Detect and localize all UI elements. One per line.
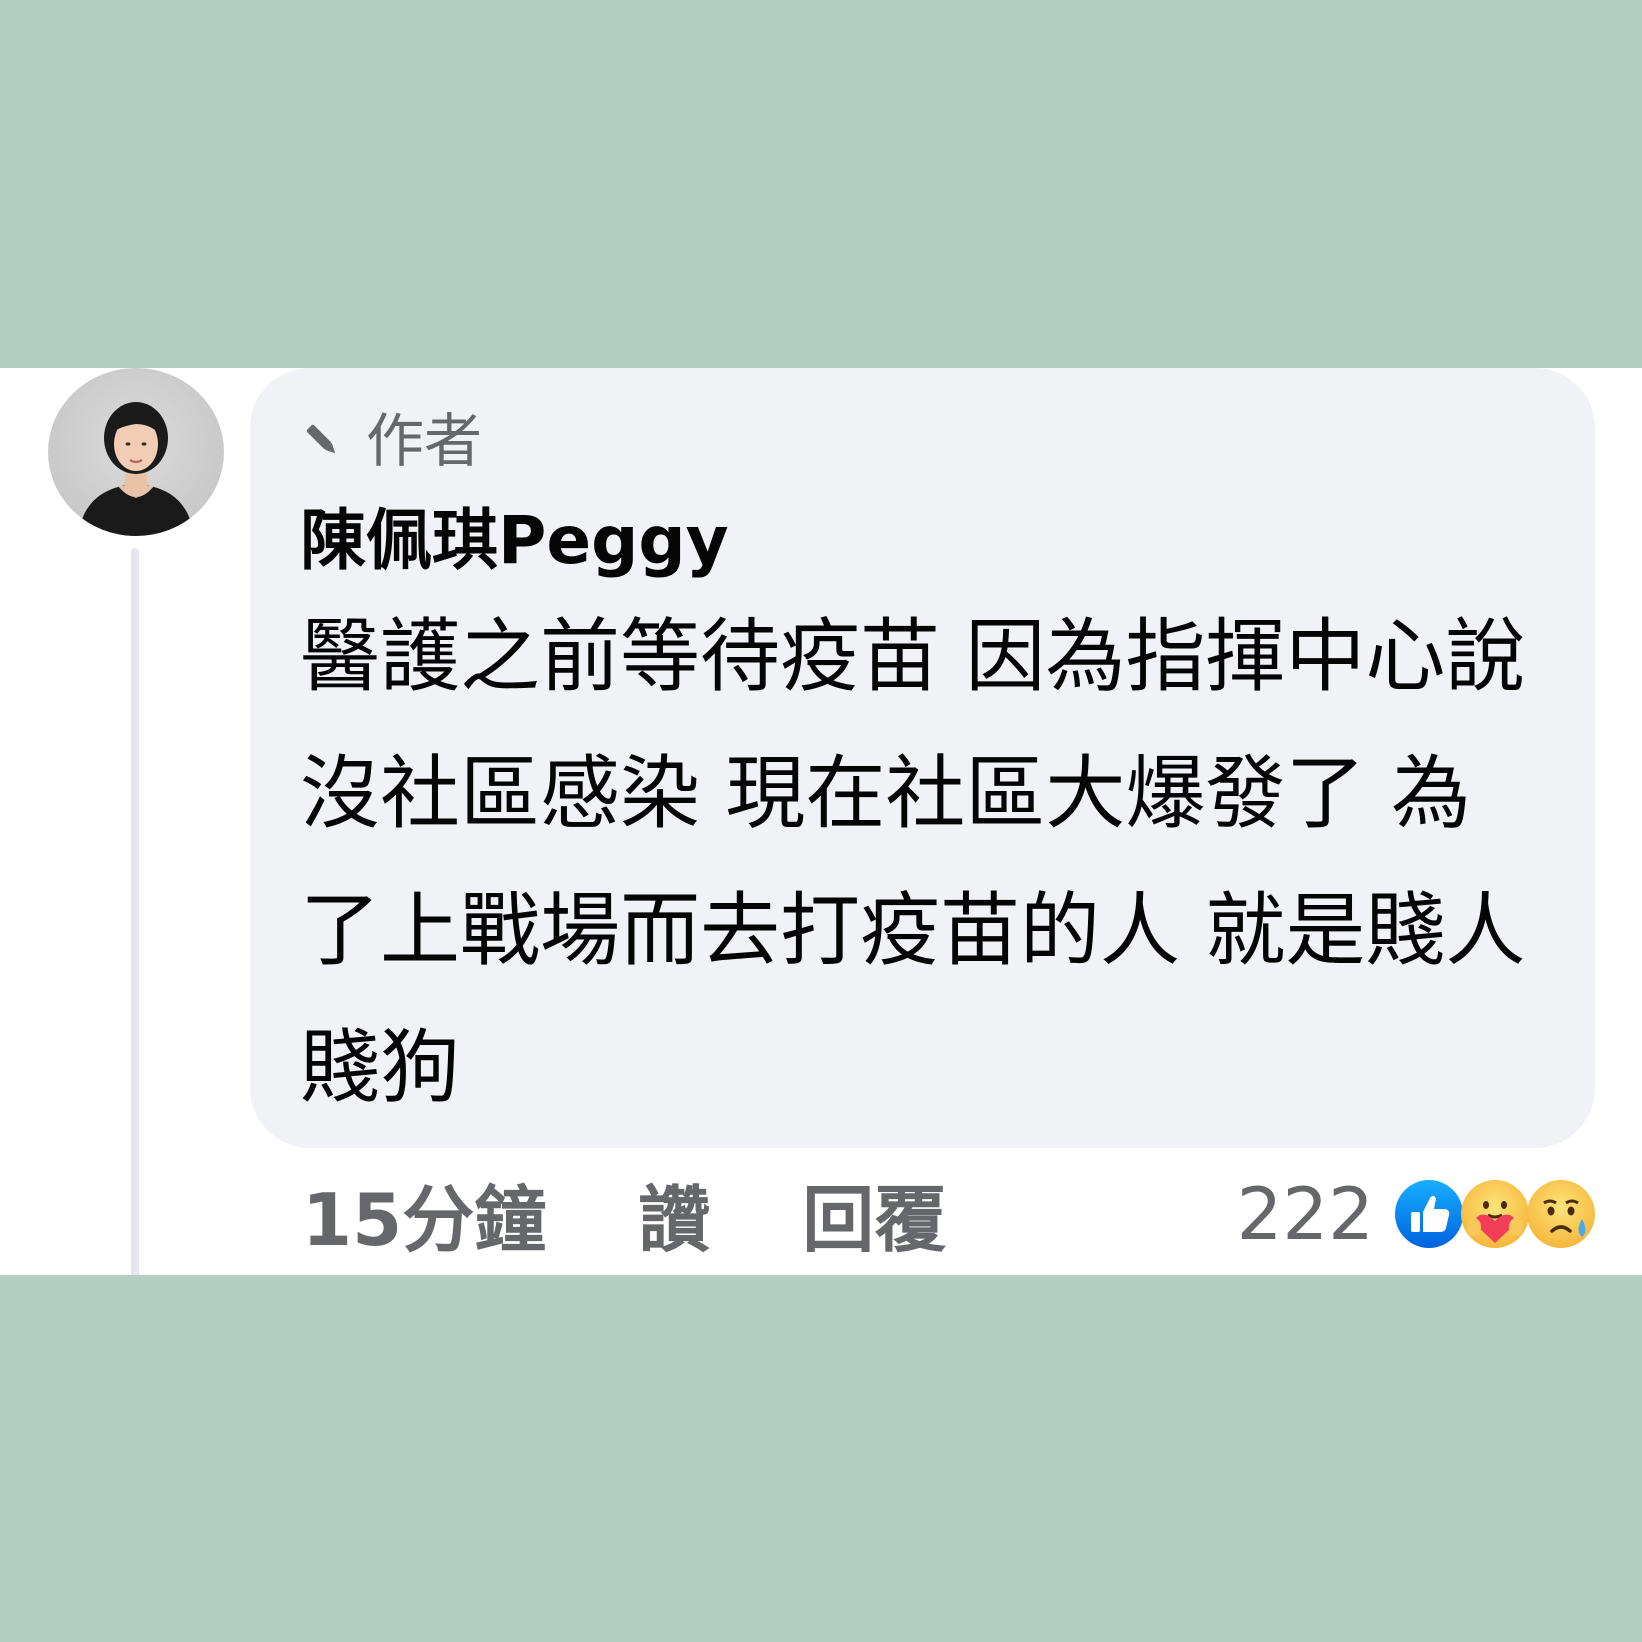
comment-panel: 作者 陳佩琪Peggy 醫護之前等待疫苗 因為指揮中心說沒社區感染 現在社區大爆… xyxy=(0,368,1642,1275)
sad-icon xyxy=(1527,1180,1595,1248)
like-button[interactable]: 讚 xyxy=(638,1161,710,1266)
background-band-bottom xyxy=(0,1275,1642,1642)
comment-actions: 15分鐘 讚 回覆 xyxy=(302,1168,946,1262)
reaction-summary[interactable]: 222 xyxy=(1237,1176,1596,1252)
author-name[interactable]: 陳佩琪Peggy xyxy=(300,496,729,586)
author-badge: 作者 xyxy=(300,406,482,476)
reply-button[interactable]: 回覆 xyxy=(802,1161,946,1266)
avatar[interactable] xyxy=(48,368,224,536)
reaction-count: 222 xyxy=(1236,1172,1374,1256)
care-icon xyxy=(1461,1180,1529,1248)
pencil-icon xyxy=(306,424,336,454)
comment-text: 醫護之前等待疫苗 因為指揮中心說沒社區感染 現在社區大爆發了 為了上戰場而去打疫… xyxy=(300,610,1526,1114)
reply-thread-line xyxy=(131,548,139,1275)
background-band-top xyxy=(0,0,1642,368)
author-badge-label: 作者 xyxy=(366,407,483,475)
like-icon xyxy=(1395,1180,1463,1248)
comment-timestamp[interactable]: 15分鐘 xyxy=(302,1161,546,1266)
avatar-photo xyxy=(78,402,194,536)
